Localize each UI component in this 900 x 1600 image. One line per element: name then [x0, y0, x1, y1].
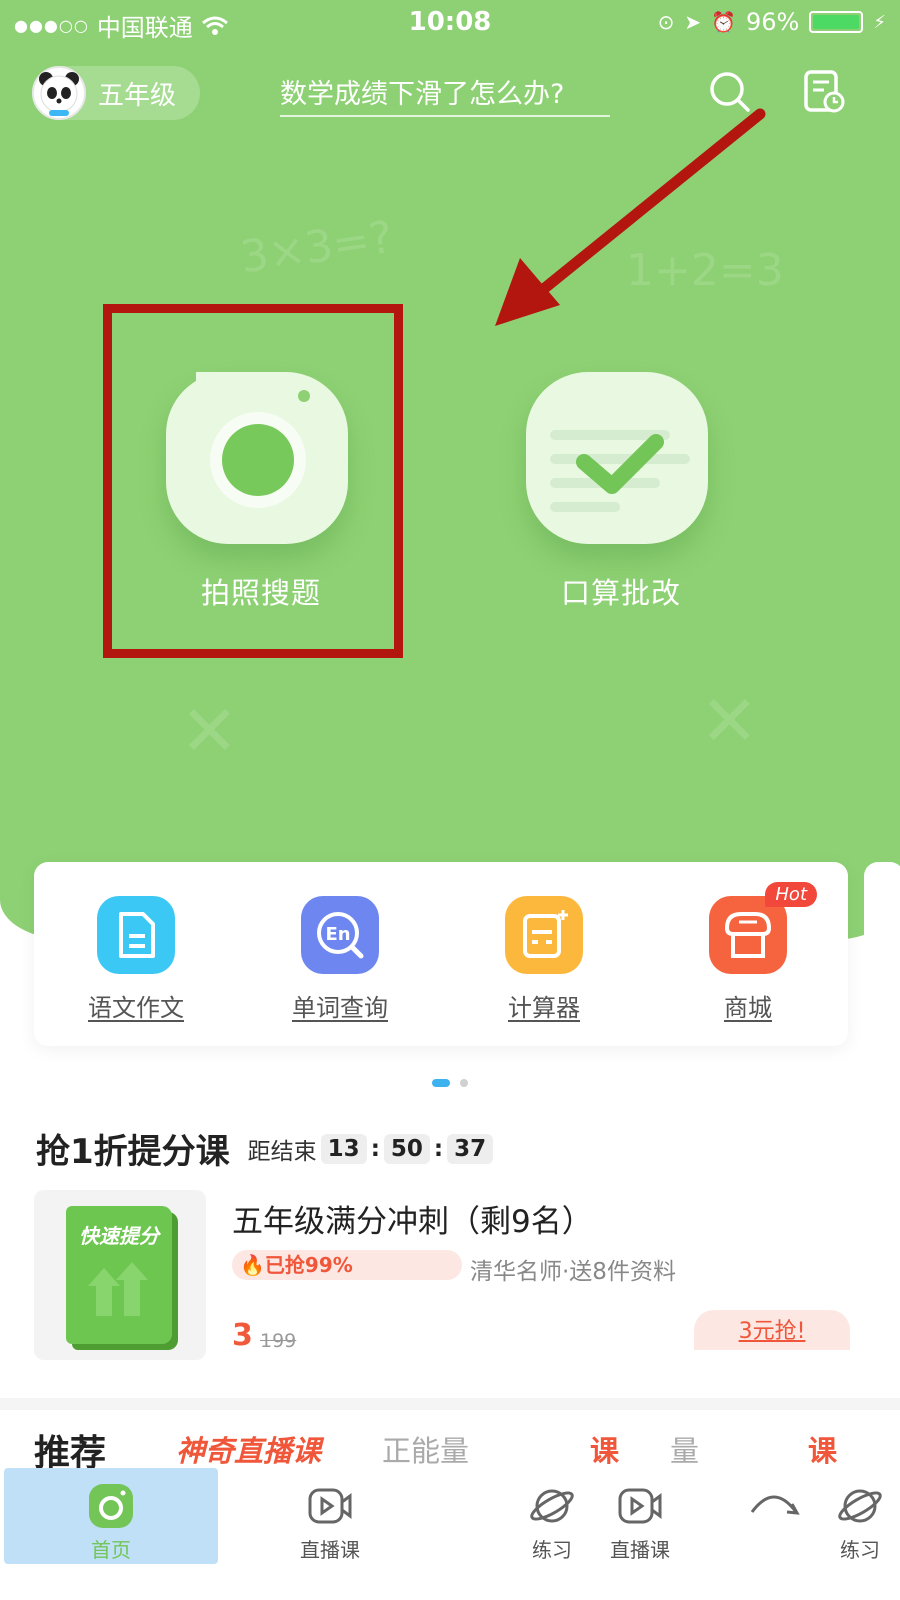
tab-bar: 首页 直播课 练习 直播课 练习	[0, 1468, 900, 1600]
course-title[interactable]: 五年级满分冲刺（剩9名）	[232, 1196, 593, 1241]
tab-label: 首页	[91, 1538, 131, 1562]
page-indicator	[0, 1072, 900, 1091]
recommend-tab[interactable]: 量	[670, 1428, 699, 1470]
tool-label: 商城	[724, 994, 772, 1022]
live-video-icon	[306, 1482, 354, 1530]
tool-label: 语文作文	[88, 994, 184, 1022]
sale-price: 3	[232, 1318, 253, 1353]
original-price: 199	[260, 1330, 297, 1352]
next-card-peek	[864, 862, 900, 1046]
tab-label: 练习	[532, 1538, 572, 1562]
hot-badge: Hot	[765, 882, 817, 907]
course-subtitle: 清华名师·送8件资料	[470, 1259, 676, 1285]
tab-live[interactable]: 直播课	[590, 1468, 690, 1568]
tool-label: 单词查询	[292, 994, 388, 1022]
tab-label: 直播课	[300, 1538, 360, 1562]
tab-live[interactable]: 直播课	[280, 1468, 380, 1568]
grabbed-text: 已抢99%	[264, 1253, 353, 1277]
tab-home[interactable]: 首页	[4, 1468, 218, 1564]
tool-word-lookup[interactable]: En 单词查询	[260, 896, 420, 1023]
flash-sale-header: 抢1折提分课 距结束 13 : 50 : 37	[36, 1124, 494, 1173]
tool-label: 计算器	[508, 994, 580, 1022]
tool-chinese-essay[interactable]: 语文作文	[56, 896, 216, 1023]
svg-text:En: En	[325, 924, 350, 945]
recommend-tab[interactable]: 神奇直播课	[176, 1428, 321, 1470]
planet-icon	[836, 1482, 884, 1530]
live-video-icon	[616, 1482, 664, 1530]
countdown-seconds: 37	[447, 1133, 494, 1164]
annotation-arrow-icon	[495, 108, 766, 326]
decor-cross: ✕	[180, 690, 239, 772]
recommend-tab[interactable]: 正能量	[382, 1428, 469, 1470]
grabbed-progress: 🔥已抢99%	[232, 1250, 462, 1280]
recommend-tab[interactable]: 课	[590, 1428, 619, 1470]
tool-calculator[interactable]: 计算器	[464, 896, 624, 1023]
buy-button[interactable]: 3元抢!	[694, 1310, 850, 1350]
page-dot-active	[432, 1078, 451, 1087]
recommend-row: 推荐 神奇直播课 正能量 课 量 课	[0, 1428, 900, 1474]
planet-icon	[528, 1482, 576, 1530]
flash-sale-title: 抢1折提分课	[36, 1132, 230, 1172]
countdown-minutes: 50	[383, 1133, 430, 1164]
tab-label: 练习	[840, 1538, 880, 1562]
refresh-icon	[744, 1468, 804, 1568]
section-divider	[0, 1398, 900, 1410]
tab-practice[interactable]: 练习	[820, 1468, 900, 1568]
book-icon: 快速提分	[66, 1206, 172, 1344]
countdown-separator: :	[433, 1135, 444, 1162]
tools-card: 语文作文 En 单词查询 计算器 Hot 商城	[34, 862, 848, 1046]
fire-icon: 🔥	[240, 1253, 265, 1277]
shop-icon: Hot	[709, 882, 817, 974]
course-cover[interactable]: 快速提分	[34, 1190, 206, 1360]
word-search-icon: En	[301, 896, 379, 974]
countdown-label: 距结束	[247, 1138, 317, 1165]
tab-practice[interactable]: 练习	[512, 1468, 592, 1568]
countdown-separator: :	[370, 1135, 380, 1162]
page-dot	[459, 1078, 468, 1087]
countdown-hours: 13	[320, 1133, 367, 1164]
calculator-icon	[505, 896, 583, 974]
home-camera-icon	[87, 1482, 135, 1530]
document-icon	[97, 896, 175, 974]
tool-shop[interactable]: Hot 商城	[668, 882, 828, 1023]
recommend-tab[interactable]: 课	[808, 1428, 837, 1470]
tab-label: 直播课	[610, 1538, 670, 1562]
